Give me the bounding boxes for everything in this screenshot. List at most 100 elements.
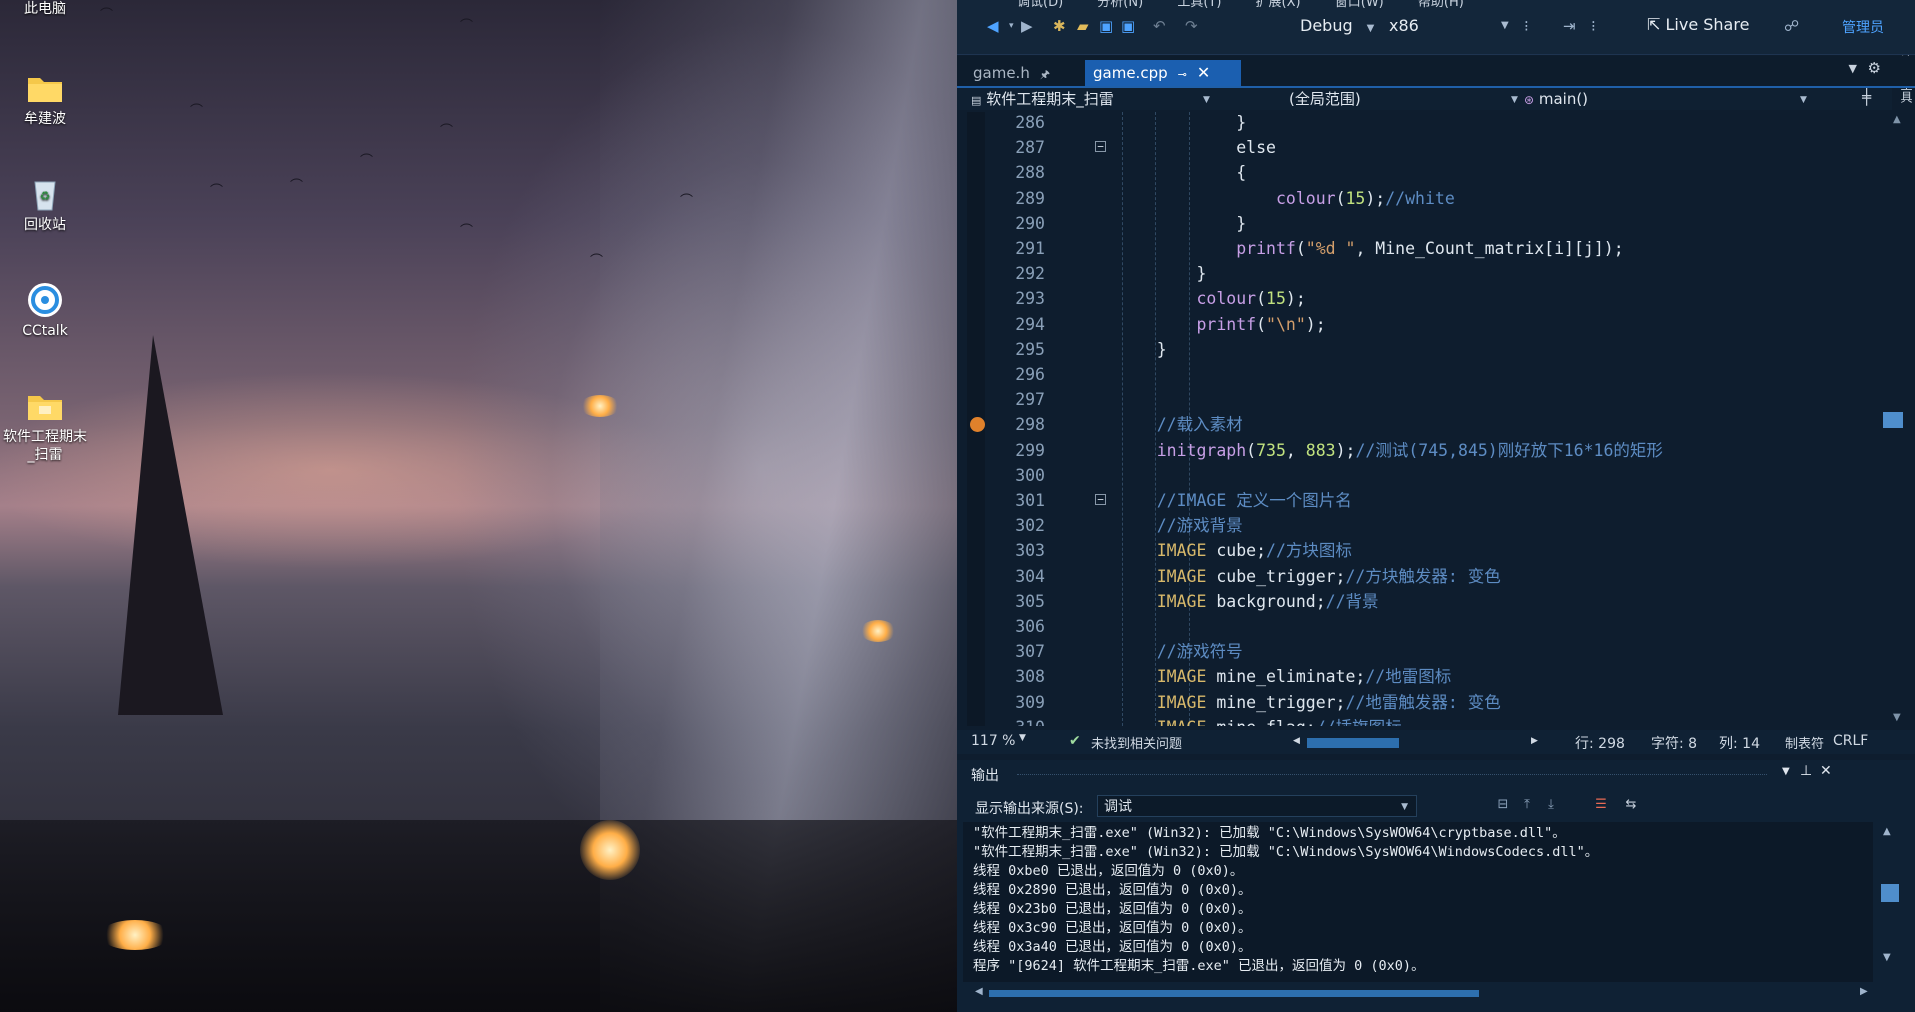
code-line[interactable]: 301 − //IMAGE 定义一个图片名 — [967, 488, 1884, 513]
collapse-icon[interactable]: − — [1095, 494, 1106, 505]
code-line[interactable]: 289 colour(15);//white — [967, 186, 1884, 211]
new-project-icon[interactable]: ✱ — [1053, 14, 1066, 38]
configuration-dropdown[interactable]: Debug ▼ — [1300, 14, 1374, 38]
code-line[interactable]: 294 printf("\n"); — [967, 312, 1884, 337]
menu-extensions[interactable]: 扩展(X) — [1256, 0, 1301, 10]
menu-debug[interactable]: 调试(D) — [1017, 0, 1063, 10]
member-dropdown[interactable]: ⊛ main() ▼ — [1524, 89, 1814, 109]
indent-mode[interactable]: 制表符 — [1785, 733, 1824, 752]
next-message-icon[interactable]: ⤓ — [1541, 797, 1561, 815]
back-dropdown-icon[interactable]: ▾ — [1009, 14, 1014, 38]
redo-icon[interactable]: ↷ — [1185, 14, 1198, 38]
panel-menu-icon[interactable]: ▼ — [1782, 766, 1790, 777]
toolbar-options-icon[interactable]: ⁝ — [1524, 14, 1529, 38]
close-icon[interactable]: ✕ — [1197, 63, 1210, 82]
scroll-down-icon[interactable]: ▼ — [1883, 952, 1891, 963]
desktop-icon-project-folder[interactable]: 软件工程期末_扫雷 — [0, 388, 90, 464]
code-line[interactable]: 306 — [967, 614, 1884, 639]
split-icon[interactable]: ╪ — [1862, 88, 1871, 106]
code-line[interactable]: 307 //游戏符号 — [967, 639, 1884, 664]
output-text[interactable]: "软件工程期末_扫雷.exe" (Win32): 已加载 "C:\Windows… — [963, 822, 1873, 982]
scroll-right-icon[interactable]: ▶ — [1860, 986, 1868, 997]
scroll-left-icon[interactable]: ◀ — [1293, 736, 1300, 746]
menu-analyze[interactable]: 分析(N) — [1097, 0, 1143, 10]
line-ending[interactable]: CRLF — [1833, 733, 1868, 749]
scroll-thumb[interactable] — [1883, 412, 1903, 428]
code-line[interactable]: 296 — [967, 362, 1884, 387]
platform-dropdown[interactable]: x86 ▼ — [1389, 14, 1509, 38]
scroll-up-icon[interactable]: ▲ — [1883, 826, 1891, 837]
scroll-right-icon[interactable]: ▶ — [1531, 736, 1538, 746]
code-line[interactable]: 298 //载入素材 — [967, 412, 1884, 437]
code-line[interactable]: 292 } — [967, 261, 1884, 286]
toolbar-options-icon[interactable]: ⁝ — [1591, 14, 1596, 38]
issues-status[interactable]: 未找到相关问题 — [1091, 733, 1182, 752]
tab-game-h[interactable]: game.h 🖈 — [965, 60, 1058, 86]
desktop-icon-user-folder[interactable]: 牟建波 — [0, 70, 90, 128]
code-line[interactable]: 286 } — [967, 112, 1884, 135]
open-file-icon[interactable]: ▰ — [1077, 14, 1089, 38]
desktop-icon-this-pc[interactable]: 此电脑 — [0, 0, 90, 18]
code-line[interactable]: 300 — [967, 463, 1884, 488]
back-icon[interactable]: ◀ — [987, 14, 999, 38]
code-line[interactable]: 297 — [967, 387, 1884, 412]
prev-message-icon[interactable]: ⤒ — [1517, 797, 1537, 815]
output-vertical-scrollbar[interactable]: ▲ ▼ — [1881, 822, 1899, 992]
code-line[interactable]: 305 IMAGE background;//背景 — [967, 589, 1884, 614]
step-icon[interactable]: ⇥ — [1563, 14, 1576, 38]
save-icon[interactable]: ▣ — [1099, 14, 1113, 38]
menu-tools[interactable]: 工具(T) — [1177, 0, 1221, 10]
chevron-down-icon[interactable]: ▼ — [1019, 733, 1026, 743]
pin-icon[interactable]: ⊸ — [1178, 68, 1187, 81]
pin-icon[interactable]: 🖈 — [1040, 68, 1050, 81]
scroll-down-icon[interactable]: ▼ — [1893, 712, 1901, 723]
code-line[interactable]: 299 initgraph(735, 883);//测试(745,845)刚好放… — [967, 438, 1884, 463]
undo-icon[interactable]: ↶ — [1153, 14, 1166, 38]
scroll-left-icon[interactable]: ◀ — [975, 986, 983, 997]
code-line[interactable]: 304 IMAGE cube_trigger;//方块触发器: 变色 — [967, 564, 1884, 589]
zoom-level[interactable]: 117 % — [971, 733, 1015, 749]
scroll-thumb[interactable] — [989, 990, 1479, 997]
code-line[interactable]: 310 IMAGE mine_flag;//插旗图标 — [967, 715, 1884, 726]
output-source-dropdown[interactable]: 调试 ▼ — [1097, 795, 1417, 817]
gear-icon[interactable]: ⚙ — [1868, 59, 1881, 77]
code-line[interactable]: 308 IMAGE mine_eliminate;//地雷图标 — [967, 664, 1884, 689]
menu-help[interactable]: 帮助(H) — [1418, 0, 1464, 10]
code-line[interactable]: 303 IMAGE cube;//方块图标 — [967, 538, 1884, 563]
scroll-thumb[interactable] — [1881, 884, 1899, 902]
code-line[interactable]: 293 colour(15); — [967, 286, 1884, 311]
collapse-icon[interactable]: − — [1095, 141, 1106, 153]
live-share-button[interactable]: ⇱ Live Share — [1647, 15, 1749, 34]
editor-vertical-scrollbar[interactable]: ▲ ▼ — [1883, 112, 1907, 726]
word-wrap-icon[interactable]: ⇆ — [1621, 797, 1641, 815]
clear-all-icon[interactable]: ☰ — [1591, 797, 1611, 815]
desktop-icon-recycle-bin[interactable]: ♻ 回收站 — [0, 176, 90, 234]
save-all-icon[interactable]: ▣ — [1121, 14, 1135, 38]
code-line[interactable]: 309 IMAGE mine_trigger;//地雷触发器: 变色 — [967, 690, 1884, 715]
close-icon[interactable]: ✕ — [1820, 763, 1832, 779]
scroll-up-icon[interactable]: ▲ — [1893, 114, 1901, 125]
code-editor[interactable]: 286 } 287− else 288 {289 colour(15);//whit… — [967, 112, 1884, 726]
forward-icon[interactable]: ▶ — [1021, 14, 1033, 38]
desktop-icon-cctalk[interactable]: CCtalk — [0, 282, 90, 340]
code-line[interactable]: 295 } — [967, 337, 1884, 362]
code-line[interactable]: 302 //游戏背景 — [967, 513, 1884, 538]
output-horizontal-scrollbar[interactable]: ◀ ▶ — [975, 986, 1875, 1000]
code-line[interactable]: 288 { — [967, 160, 1884, 185]
wallpaper-ember — [580, 820, 640, 880]
feedback-icon[interactable]: ☍ — [1784, 14, 1799, 38]
code-line[interactable]: 287 − else — [967, 135, 1884, 160]
menu-window[interactable]: 窗口(W) — [1335, 0, 1384, 10]
code-line[interactable]: 290 } — [967, 211, 1884, 236]
tab-game-cpp[interactable]: game.cpp ⊸ ✕ — [1085, 60, 1241, 86]
pin-icon[interactable]: ⊥ — [1800, 763, 1812, 779]
find-message-icon[interactable]: ⊟ — [1493, 797, 1513, 815]
scope-dropdown[interactable]: (全局范围) ▼ — [1289, 89, 1519, 109]
panel-drag-grip[interactable] — [1017, 774, 1767, 775]
project-dropdown[interactable]: ▤ 软件工程期末_扫雷 ▼ — [971, 89, 1211, 109]
code-line[interactable]: 291 printf("%d ", Mine_Count_matrix[i][j… — [967, 236, 1884, 261]
editor-horizontal-scroll-thumb[interactable] — [1307, 738, 1399, 748]
tab-overflow-icon[interactable]: ▼ — [1849, 62, 1857, 75]
breakpoint-icon[interactable] — [970, 417, 985, 433]
